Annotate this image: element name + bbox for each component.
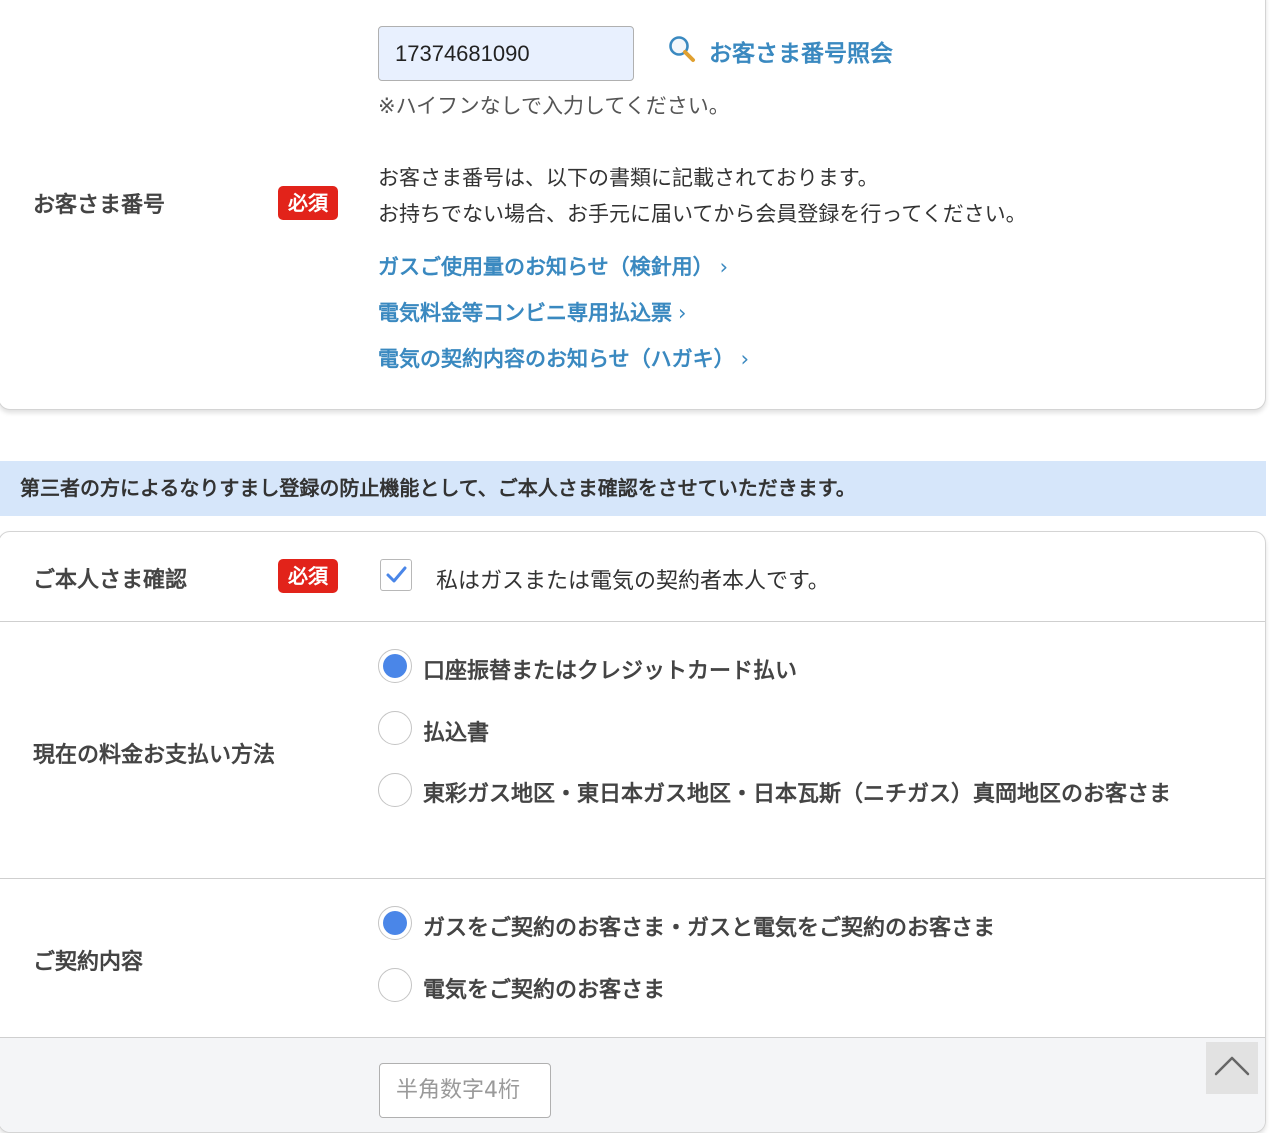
- payment-method-label: 現在の料金お支払い方法: [33, 743, 276, 768]
- payment-option-regional-radio[interactable]: [378, 773, 412, 807]
- doc-link-electricity-contract[interactable]: 電気の契約内容のお知らせ（ハガキ） ›: [378, 343, 749, 373]
- contract-option-gas-radio[interactable]: [378, 906, 412, 940]
- payment-option-label: 東彩ガス地区・東日本ガス地区・日本瓦斯（ニチガス）真岡地区のお客さま: [423, 782, 1172, 807]
- doc-link-label: 電気料金等コンビニ専用払込票: [378, 301, 672, 325]
- chevron-up-icon: [1214, 1056, 1250, 1076]
- identity-card: ご本人さま確認 必須 私はガスまたは電気の契約者本人です。 現在の料金お支払い方…: [0, 531, 1266, 1133]
- contract-type-label: ご契約内容: [33, 950, 144, 975]
- pin-section: [0, 1038, 1265, 1132]
- chevron-right-icon: ›: [740, 347, 749, 371]
- customer-number-description-line1: お客さま番号は、以下の書類に記載されております。: [378, 166, 879, 190]
- row-divider: [0, 621, 1265, 622]
- row-divider: [0, 878, 1265, 879]
- payment-option-transfer-slip-radio[interactable]: [378, 711, 412, 745]
- lookup-label: お客さま番号照会: [709, 41, 893, 67]
- customer-number-input[interactable]: [378, 26, 634, 81]
- required-badge: 必須: [278, 186, 338, 220]
- contract-option-label: 電気をご契約のお客さま: [423, 978, 666, 1003]
- search-icon: [667, 34, 697, 68]
- contract-option-label: ガスをご契約のお客さま・ガスと電気をご契約のお客さま: [423, 916, 996, 941]
- doc-link-label: 電気の契約内容のお知らせ（ハガキ）: [378, 347, 735, 371]
- customer-number-card: お客さま番号 必須 お客さま番号照会 ※ハイフンなしで入力してください。 お客さ…: [0, 0, 1266, 410]
- contract-option-electricity-radio[interactable]: [378, 968, 412, 1002]
- identity-checkbox[interactable]: [380, 559, 412, 591]
- customer-number-lookup-link[interactable]: お客さま番号照会: [667, 34, 893, 68]
- check-icon: [386, 566, 407, 583]
- pin-input[interactable]: [379, 1063, 551, 1118]
- doc-link-gas-usage[interactable]: ガスご使用量のお知らせ（検針用） ›: [378, 251, 728, 281]
- chevron-right-icon: ›: [678, 301, 687, 325]
- identity-notice-banner: 第三者の方によるなりすまし登録の防止機能として、ご本人さま確認をさせていただきま…: [0, 461, 1266, 516]
- payment-option-account-transfer-radio[interactable]: [378, 649, 412, 683]
- chevron-right-icon: ›: [719, 255, 728, 279]
- identity-label: ご本人さま確認: [33, 568, 188, 593]
- payment-option-label: 口座振替またはクレジットカード払い: [423, 659, 798, 684]
- customer-number-label: お客さま番号: [33, 193, 166, 218]
- doc-link-label: ガスご使用量のお知らせ（検針用）: [378, 255, 714, 279]
- required-badge: 必須: [278, 559, 338, 593]
- identity-checkbox-label: 私はガスまたは電気の契約者本人です。: [436, 569, 830, 594]
- scroll-to-top-button[interactable]: [1206, 1042, 1258, 1094]
- doc-link-convenience-payment[interactable]: 電気料金等コンビニ専用払込票 ›: [378, 297, 686, 327]
- input-note: ※ハイフンなしで入力してください。: [378, 94, 730, 118]
- payment-option-label: 払込書: [423, 721, 490, 746]
- customer-number-description-line2: お持ちでない場合、お手元に届いてから会員登録を行ってください。: [378, 202, 1027, 226]
